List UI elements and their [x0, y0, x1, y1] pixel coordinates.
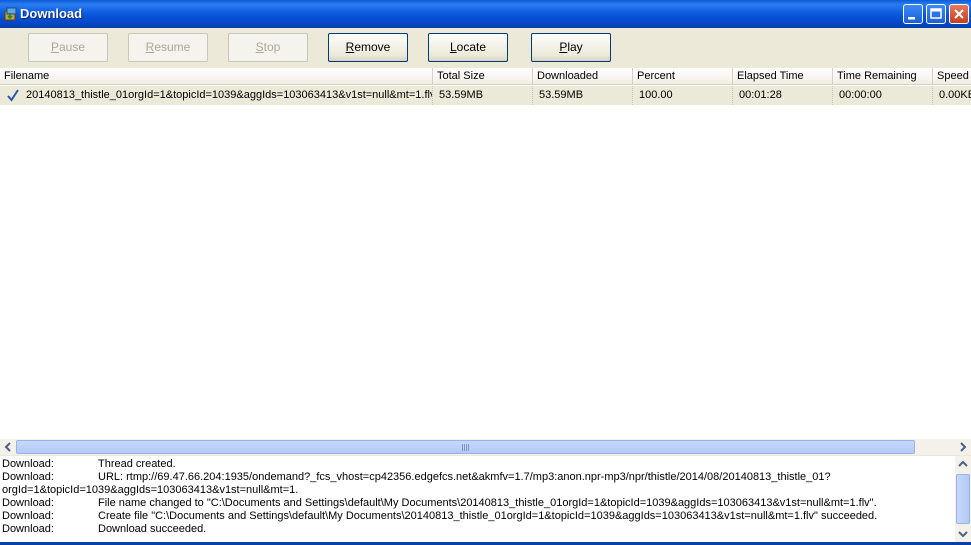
- cell-total-size: 53.59MB: [439, 86, 533, 105]
- play-button-label: Play: [559, 40, 583, 54]
- column-header-downloaded[interactable]: Downloaded: [533, 68, 633, 85]
- stop-button-label: Stop: [255, 40, 281, 54]
- horizontal-scrollbar[interactable]: [0, 439, 971, 455]
- scroll-right-icon[interactable]: [955, 439, 971, 455]
- locate-button[interactable]: Locate: [428, 33, 508, 62]
- stop-button[interactable]: Stop: [228, 33, 308, 62]
- scroll-down-icon[interactable]: [955, 526, 971, 542]
- column-header-label: Time Remaining: [837, 70, 917, 82]
- log-label: Download:: [2, 458, 54, 470]
- column-header-filename[interactable]: Filename: [0, 68, 433, 85]
- close-icon: [954, 9, 964, 19]
- log-message: Create file "C:\Documents and Settings\d…: [98, 510, 878, 522]
- close-button[interactable]: [949, 4, 969, 24]
- resume-button[interactable]: Resume: [128, 33, 208, 62]
- log-label: Download:: [2, 510, 54, 522]
- minimize-icon: [908, 17, 915, 20]
- scroll-left-icon[interactable]: [0, 439, 16, 455]
- log-message: File name changed to "C:\Documents and S…: [98, 497, 877, 509]
- log-label: Download:: [2, 497, 54, 509]
- column-header-label: Percent: [637, 70, 675, 82]
- check-icon: [7, 89, 19, 102]
- locate-button-label: Locate: [449, 40, 487, 54]
- column-header-label: Speed: [937, 70, 969, 82]
- minimize-button[interactable]: [903, 4, 923, 24]
- scrollbar-thumb[interactable]: [16, 440, 915, 454]
- window-title: Download: [20, 6, 83, 21]
- column-header-label: Elapsed Time: [737, 70, 804, 82]
- cell-speed: 0.00KB: [939, 89, 971, 101]
- log-label: Download:: [2, 523, 54, 535]
- scroll-up-icon[interactable]: [955, 456, 971, 472]
- grip-icon: [461, 444, 470, 451]
- remove-button-label: Remove: [345, 40, 391, 54]
- cell-elapsed: 00:01:28: [739, 86, 833, 105]
- column-header-total-size[interactable]: Total Size: [433, 68, 533, 85]
- app-icon: [4, 7, 17, 21]
- remove-button[interactable]: Remove: [328, 33, 408, 62]
- vertical-scrollbar[interactable]: [955, 456, 971, 542]
- log-message: orgId=1&topicId=1039&aggIds=103063413&v1…: [2, 484, 299, 496]
- scrollbar-thumb[interactable]: [956, 474, 970, 524]
- column-header-percent[interactable]: Percent: [633, 68, 733, 85]
- log-message: Thread created.: [98, 458, 176, 470]
- log-message: URL: rtmp://69.47.66.204:1935/ondemand?_…: [98, 471, 831, 483]
- toolbar: Pause Resume Stop Remove Locate Play: [0, 28, 971, 68]
- cell-percent: 100.00: [639, 86, 733, 105]
- column-header-label: Total Size: [437, 70, 485, 82]
- cell-downloaded: 53.59MB: [539, 86, 633, 105]
- table-row[interactable]: 20140813_thistle_01orgId=1&topicId=1039&…: [0, 86, 971, 105]
- cell-remaining: 00:00:00: [839, 86, 933, 105]
- pause-button[interactable]: Pause: [28, 33, 108, 62]
- column-header-label: Downloaded: [537, 70, 599, 82]
- cell-filename: 20140813_thistle_01orgId=1&topicId=1039&…: [26, 86, 433, 105]
- column-header-label: Filename: [4, 70, 50, 82]
- log-label: Download:: [2, 471, 54, 483]
- download-list[interactable]: Filename Total Size Downloaded Percent E…: [0, 68, 971, 439]
- play-button[interactable]: Play: [531, 33, 611, 62]
- column-header-speed[interactable]: Speed: [933, 68, 971, 85]
- log-message: Download succeeded.: [98, 523, 207, 535]
- pause-button-label: Pause: [50, 40, 86, 54]
- maximize-icon: [930, 8, 942, 19]
- log-panel[interactable]: Download: Thread created. Download: URL:…: [0, 456, 971, 542]
- column-header-time-remaining[interactable]: Time Remaining: [833, 68, 933, 85]
- resume-button-label: Resume: [145, 40, 191, 54]
- column-header-elapsed-time[interactable]: Elapsed Time: [733, 68, 833, 85]
- maximize-button[interactable]: [926, 4, 946, 24]
- title-bar[interactable]: Download: [0, 0, 971, 28]
